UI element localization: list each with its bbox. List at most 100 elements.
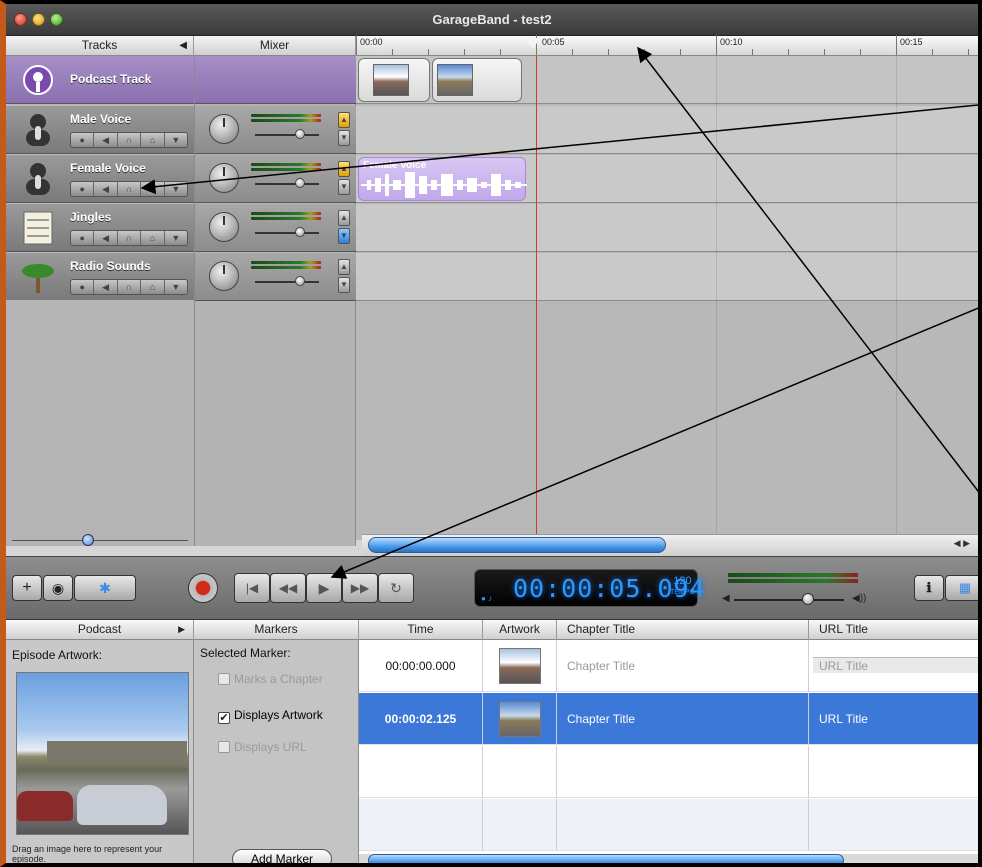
checkbox-box[interactable]	[218, 741, 230, 753]
artwork-region[interactable]	[432, 58, 522, 102]
female-voice-region[interactable]: Female Voice	[358, 157, 527, 201]
media-browser-button[interactable]: ▦	[945, 575, 978, 601]
markers-scrollbar-thumb[interactable]	[368, 854, 844, 863]
table-row-selected[interactable]: 00:00:02.125 Chapter Title URL Title	[359, 693, 978, 745]
track-header-female-voice[interactable]: Female Voice ● ◀ ∩ ⌂ ▼	[6, 155, 194, 203]
disclosure-icon[interactable]: ▼	[165, 280, 187, 294]
master-volume-knob[interactable]	[802, 593, 814, 605]
expand-arrow-icon[interactable]: ▶	[178, 620, 185, 639]
checkbox-box[interactable]	[218, 673, 230, 685]
artwork-region[interactable]	[358, 58, 430, 102]
playhead-handle[interactable]	[525, 38, 541, 48]
timeline-area[interactable]: Female Voice	[356, 56, 978, 540]
go-to-beginning-button[interactable]: |◀	[234, 573, 270, 603]
lock-icon[interactable]: ⌂	[141, 182, 165, 196]
marker-chapter-title[interactable]: Chapter Title	[557, 640, 809, 692]
marker-chapter-title[interactable]: Chapter Title	[557, 693, 809, 745]
volume-slider[interactable]	[255, 134, 319, 136]
timeline-scrollbar-thumb[interactable]	[368, 537, 666, 553]
marker-url-title[interactable]: URL Title	[809, 693, 978, 745]
scroll-arrows-icon[interactable]: ◀ ▶	[954, 538, 970, 549]
displays-artwork-checkbox[interactable]: ✔ Displays Artwork	[218, 708, 323, 724]
volume-slider-knob[interactable]	[295, 276, 305, 286]
lcd-display[interactable]: ● ♪ 00:00:05.094 120 TEMPO	[474, 569, 705, 607]
disclosure-icon[interactable]: ▼	[165, 133, 187, 147]
solo-icon[interactable]: ∩	[118, 231, 142, 245]
marker-time[interactable]: 00:00:00.000	[359, 640, 483, 692]
volume-slider-knob[interactable]	[295, 227, 305, 237]
mute-icon[interactable]: ◀	[94, 280, 118, 294]
episode-artwork-well[interactable]	[16, 672, 189, 835]
column-header-chapter-title[interactable]: Chapter Title	[557, 620, 809, 640]
record-button[interactable]	[188, 573, 218, 603]
track-header-podcast[interactable]: Podcast Track	[6, 56, 194, 104]
pan-knob[interactable]	[209, 163, 239, 193]
lock-icon[interactable]: ⌂	[141, 133, 165, 147]
track-header-jingles[interactable]: Jingles ● ◀ ∩ ⌂ ▼	[6, 204, 194, 252]
ducking-control[interactable]: ▲ ▼	[338, 112, 350, 148]
timeline-ruler[interactable]: 00:00 00:05 00:10 00:15	[356, 35, 978, 56]
rewind-button[interactable]: ◀◀	[270, 573, 306, 603]
marker-artwork-cell[interactable]	[483, 693, 557, 745]
record-enable-icon[interactable]: ●	[71, 231, 95, 245]
pan-knob[interactable]	[209, 261, 239, 291]
tracks-header[interactable]: Tracks ◀	[6, 36, 194, 56]
marks-a-chapter-checkbox[interactable]: Marks a Chapter	[218, 672, 323, 686]
add-marker-button[interactable]: Add Marker	[232, 849, 332, 863]
add-track-button[interactable]: +	[12, 575, 42, 601]
loop-browser-button[interactable]: ✱	[74, 575, 136, 601]
table-row[interactable]: 00:00:00.000 Chapter Title URL Title	[359, 640, 978, 692]
lock-icon[interactable]: ⌂	[141, 231, 165, 245]
show-editor-button[interactable]: ◉	[43, 575, 73, 601]
volume-slider-knob[interactable]	[295, 129, 305, 139]
mute-icon[interactable]: ◀	[94, 182, 118, 196]
checkmark-icon[interactable]: ✔	[218, 712, 230, 724]
marker-artwork-cell[interactable]	[483, 640, 557, 692]
zoom-slider[interactable]	[12, 532, 188, 546]
master-volume-slider[interactable]	[734, 599, 844, 601]
record-enable-icon[interactable]: ●	[71, 133, 95, 147]
track-header-radio-sounds[interactable]: Radio Sounds ● ◀ ∩ ⌂ ▼	[6, 253, 194, 301]
displays-url-checkbox[interactable]: Displays URL	[218, 740, 307, 754]
mixer-female-voice: ▲ ▼	[195, 155, 357, 203]
marker-url-title[interactable]: URL Title	[813, 657, 978, 673]
column-header-artwork[interactable]: Artwork	[483, 620, 557, 640]
lock-icon[interactable]: ⌂	[141, 280, 165, 294]
play-button[interactable]: ▶	[306, 573, 342, 603]
solo-icon[interactable]: ∩	[118, 133, 142, 147]
mute-icon[interactable]: ◀	[94, 231, 118, 245]
volume-slider[interactable]	[255, 281, 319, 283]
disclosure-icon[interactable]: ▼	[165, 182, 187, 196]
marker-time[interactable]: 00:00:02.125	[359, 693, 483, 745]
disclosure-icon[interactable]: ▼	[165, 231, 187, 245]
solo-icon[interactable]: ∩	[118, 182, 142, 196]
cycle-button[interactable]: ↻	[378, 573, 414, 603]
column-header-url-title[interactable]: URL Title	[809, 620, 978, 640]
ducking-control[interactable]: ▲ ▼	[338, 259, 350, 295]
mute-icon[interactable]: ◀	[94, 133, 118, 147]
level-meter	[251, 163, 321, 173]
marker-url-title-cell[interactable]: URL Title	[809, 640, 978, 692]
tempo-label: TEMPO	[670, 589, 695, 596]
info-button[interactable]: ℹ	[914, 575, 944, 601]
column-header-time[interactable]: Time	[359, 620, 483, 640]
volume-slider[interactable]	[255, 232, 319, 234]
record-enable-icon[interactable]: ●	[71, 280, 95, 294]
collapse-arrow-icon[interactable]: ◀	[179, 36, 187, 55]
solo-icon[interactable]: ∩	[118, 280, 142, 294]
ducking-control[interactable]: ▲ ▼	[338, 210, 350, 246]
podcast-header[interactable]: Podcast ▶	[6, 620, 194, 640]
track-name: Radio Sounds	[70, 259, 151, 273]
pan-knob[interactable]	[209, 114, 239, 144]
ducking-control[interactable]: ▲ ▼	[338, 161, 350, 197]
lcd-mode-icon[interactable]: ● ♪	[481, 594, 492, 603]
volume-slider-knob[interactable]	[295, 178, 305, 188]
podcast-header-label: Podcast	[77, 622, 122, 636]
mixer-header[interactable]: Mixer	[194, 36, 356, 56]
volume-slider[interactable]	[255, 183, 319, 185]
record-enable-icon[interactable]: ●	[71, 182, 95, 196]
track-header-male-voice[interactable]: Male Voice ● ◀ ∩ ⌂ ▼	[6, 106, 194, 154]
pan-knob[interactable]	[209, 212, 239, 242]
fast-forward-button[interactable]: ▶▶	[342, 573, 378, 603]
zoom-slider-knob[interactable]	[82, 534, 94, 546]
